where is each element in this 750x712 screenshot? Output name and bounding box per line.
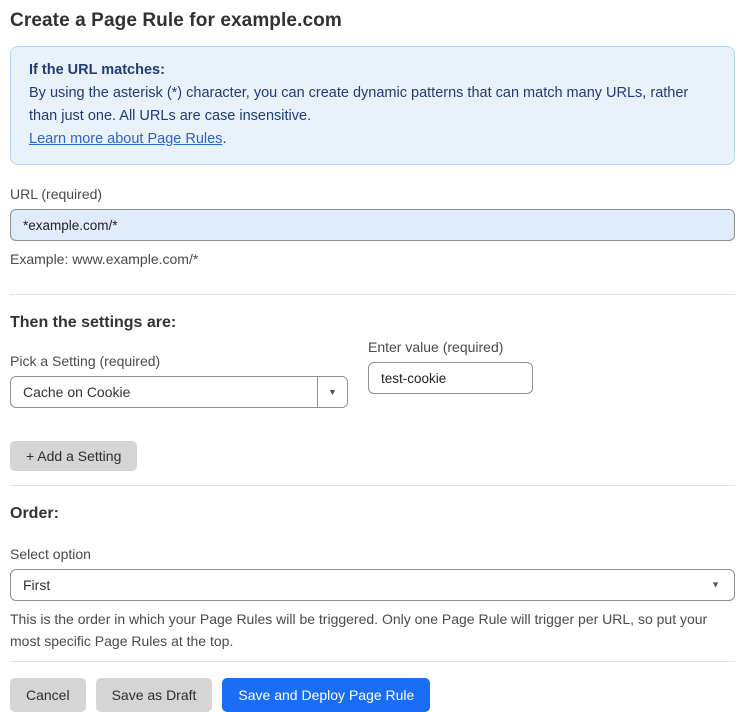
setting-dropdown-value: Cache on Cookie [23, 384, 131, 400]
setting-dropdown[interactable]: Cache on Cookie ▼ [10, 376, 348, 408]
info-box-link-line: Learn more about Page Rules. [29, 128, 716, 151]
order-help-text: This is the order in which your Page Rul… [10, 611, 708, 649]
setting-label: Pick a Setting (required) [10, 353, 161, 369]
url-example-text: Example: www.example.com/* [10, 251, 199, 267]
page-title: Create a Page Rule for example.com [10, 10, 342, 31]
order-select-value: First [23, 577, 51, 593]
divider [10, 661, 735, 662]
cancel-button[interactable]: Cancel [10, 678, 86, 712]
setting-value-input[interactable] [368, 362, 533, 394]
divider [10, 294, 735, 295]
setting-dropdown-arrow-button[interactable]: ▼ [317, 377, 347, 407]
learn-more-link[interactable]: Learn more about Page Rules [29, 131, 222, 147]
order-select-label: Select option [10, 546, 91, 562]
save-as-draft-button[interactable]: Save as Draft [95, 678, 213, 712]
add-setting-button[interactable]: + Add a Setting [10, 441, 138, 471]
info-box-body: By using the asterisk (*) character, you… [29, 85, 689, 124]
order-section-heading: Order: [10, 505, 59, 522]
settings-section-heading: Then the settings are: [10, 314, 177, 331]
info-box-heading: If the URL matches: [29, 62, 165, 78]
settings-row: Pick a Setting (required) Cache on Cooki… [10, 332, 735, 408]
save-and-deploy-button[interactable]: Save and Deploy Page Rule [222, 678, 431, 712]
form-actions: Cancel Save as Draft Save and Deploy Pag… [10, 678, 735, 712]
order-select[interactable]: First ▼ [10, 569, 735, 601]
divider [10, 485, 735, 486]
setting-value-column: Enter value (required) [368, 339, 533, 394]
create-page-rule-form: Create a Page Rule for example.com If th… [0, 0, 750, 712]
chevron-down-icon: ▼ [711, 579, 720, 590]
url-label: URL (required) [10, 186, 103, 202]
link-suffix: . [222, 131, 227, 147]
chevron-down-icon: ▼ [328, 386, 337, 397]
url-input[interactable] [10, 209, 735, 241]
value-label: Enter value (required) [368, 339, 504, 355]
url-match-info-box: If the URL matches: By using the asteris… [10, 46, 735, 165]
setting-picker-column: Pick a Setting (required) Cache on Cooki… [10, 332, 348, 408]
